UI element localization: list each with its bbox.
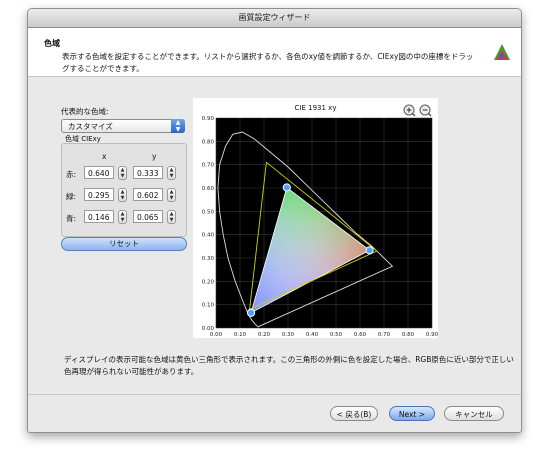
y-tick-label: 0.80 <box>202 139 215 145</box>
section-title: 色域 <box>44 39 60 48</box>
color-gamut-icon <box>494 44 510 60</box>
red-x-field[interactable]: 0.640 <box>84 166 114 179</box>
back-button[interactable]: < 戻る(B) <box>330 406 378 421</box>
zoom-in-icon[interactable] <box>403 104 416 117</box>
y-tick-label: 0.60 <box>202 186 215 192</box>
chart-title: CIE 1931 xy <box>295 104 337 112</box>
red-x-stepper[interactable]: ▲ ▼ <box>118 166 127 180</box>
gamut-handle-green[interactable] <box>282 183 291 192</box>
x-tick-label: 0.00 <box>210 332 223 338</box>
gamut-popup[interactable]: カスタマイズ ▲ ▼ <box>61 119 185 133</box>
zoom-out-icon[interactable] <box>419 104 432 117</box>
green-y-stepper[interactable]: ▲ ▼ <box>167 188 176 202</box>
x-tick-label: 0.60 <box>354 332 367 338</box>
green-label: 緑: <box>66 192 77 201</box>
blue-x-field[interactable]: 0.146 <box>84 210 114 223</box>
y-tick-label: 0.00 <box>202 326 215 332</box>
y-tick-label: 0.20 <box>202 279 215 285</box>
green-x-field[interactable]: 0.295 <box>84 188 114 201</box>
blue-label: 青: <box>66 214 77 223</box>
section-description: 表示する色域を設定することができます。リストから選択するか、各色のxy値を調節す… <box>62 52 474 73</box>
cancel-button[interactable]: キャンセル <box>444 406 504 421</box>
y-tick-label: 0.40 <box>202 233 215 239</box>
red-y-stepper[interactable]: ▲ ▼ <box>167 166 176 180</box>
y-tick-label: 0.50 <box>202 209 215 215</box>
y-tick-label: 0.10 <box>202 303 215 309</box>
x-tick-label: 0.80 <box>402 332 415 338</box>
footer-divider <box>28 394 521 395</box>
blue-y-stepper[interactable]: ▲ ▼ <box>167 210 176 224</box>
gamut-handle-blue[interactable] <box>246 308 256 317</box>
window-title: 画質設定ウィザード <box>28 9 521 28</box>
x-tick-label: 0.90 <box>426 332 438 338</box>
gamut-handle-red[interactable] <box>365 246 374 255</box>
cie-chart-container: CIE 1931 xy 0.00 0.00 0.10 0.10 0.20 0.20 0.30 0… <box>193 98 439 338</box>
reset-button[interactable]: リセット <box>61 237 187 251</box>
cie-chart[interactable]: CIE 1931 xy 0.000.00 0.10 0.10 0.20 0.20 0.30 0… <box>193 98 439 338</box>
x-tick-label: 0.20 <box>258 332 271 338</box>
blue-x-stepper[interactable]: ▲ ▼ <box>118 210 127 224</box>
y-tick-label: 0.90 <box>202 116 215 122</box>
red-y-field[interactable]: 0.333 <box>133 166 163 179</box>
gamut-popup-value: カスタマイズ <box>68 122 113 131</box>
x-tick-label: 0.70 <box>378 332 391 338</box>
next-button[interactable]: Next > <box>389 406 435 421</box>
y-tick-label: 0.70 <box>202 163 215 169</box>
x-tick-label: 0.30 <box>282 332 295 338</box>
header: 色域 表示する色域を設定することができます。リストから選択するか、各色のxy値を… <box>28 28 521 77</box>
column-x-header: x <box>102 152 107 161</box>
blue-y-field[interactable]: 0.065 <box>133 210 163 223</box>
x-tick-label: 0.10 <box>234 332 247 338</box>
chevron-updown-icon: ▲ ▼ <box>171 119 185 133</box>
gamut-note: ディスプレイの表示可能な色域は黄色い三角形で表示されます。この三角形の外側に色を… <box>64 355 514 376</box>
representative-gamut-label: 代表的な色域: <box>61 107 109 116</box>
wizard-window: 画質設定ウィザード 色域 表示する色域を設定することができます。リストから選択す… <box>27 8 522 433</box>
y-tick-label: 0.30 <box>202 256 215 262</box>
red-label: 赤: <box>66 170 77 179</box>
x-tick-label: 0.40 <box>306 332 319 338</box>
green-x-stepper[interactable]: ▲ ▼ <box>118 188 127 202</box>
x-tick-label: 0.50 <box>330 332 343 338</box>
green-y-field[interactable]: 0.602 <box>133 188 163 201</box>
column-y-header: y <box>152 152 157 161</box>
